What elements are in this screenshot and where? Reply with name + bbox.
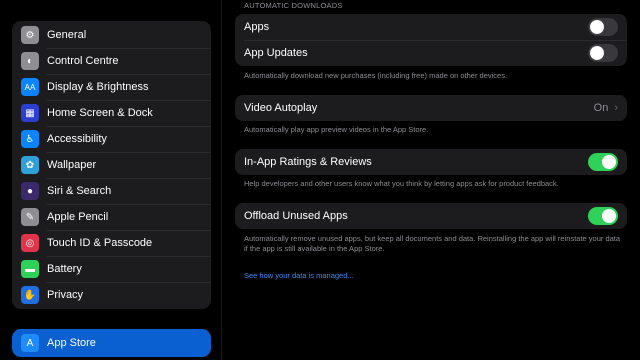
video-autoplay-label: Video Autoplay (244, 102, 318, 114)
sidebar-item-display-brightness[interactable]: AA Display & Brightness (12, 74, 211, 100)
sidebar-item-label: Wallpaper (47, 159, 97, 171)
flower-icon: ✿ (21, 156, 39, 174)
offload-toggle[interactable] (588, 207, 618, 225)
sidebar-item-label: Control Centre (47, 55, 119, 67)
ratings-toggle[interactable] (588, 153, 618, 171)
video-autoplay-footnote: Automatically play app preview videos in… (244, 125, 429, 134)
hand-icon: ✋ (21, 286, 39, 304)
sidebar-item-wallpaper[interactable]: ✿ Wallpaper (12, 152, 211, 178)
app-updates-row: App Updates (235, 40, 627, 66)
app-store-icon: A (21, 334, 39, 352)
app-updates-toggle[interactable] (588, 44, 618, 62)
sidebar-item-general[interactable]: ⚙ General (12, 22, 211, 48)
home-grid-icon: ▦ (21, 104, 39, 122)
accessibility-icon: ♿ (21, 130, 39, 148)
apps-row: Apps (235, 14, 627, 40)
text-size-icon: AA (21, 78, 39, 96)
settings-sidebar: ⚙ General ◐ Control Centre AA Display & Brigh… (0, 0, 221, 360)
sidebar-item-app-store[interactable]: A App Store (12, 329, 211, 357)
automatic-downloads-footnote: Automatically download new purchases (in… (244, 71, 508, 80)
sidebar-item-label: Privacy (47, 289, 84, 301)
pencil-icon: ✎ (21, 208, 39, 226)
sidebar-item-label: Accessibility (47, 133, 107, 145)
sidebar-item-accessibility[interactable]: ♿ Accessibility (12, 126, 211, 152)
ratings-footnote: Help developers and other users know wha… (244, 179, 559, 188)
sidebar-item-label: General (47, 29, 87, 41)
app-store-settings-pane: AUTOMATIC DOWNLOADS Apps App Updates Aut… (222, 0, 640, 360)
gear-icon: ⚙ (21, 26, 39, 44)
chevron-right-icon: › (614, 102, 618, 114)
siri-icon: ● (21, 182, 39, 200)
sidebar-item-label: App Store (47, 337, 96, 349)
toggle-knob (602, 155, 616, 169)
video-autoplay-card: Video Autoplay On › (235, 95, 627, 121)
offload-row: Offload Unused Apps (235, 203, 627, 229)
fingerprint-icon: ◎ (21, 234, 39, 252)
sidebar-item-label: Apple Pencil (47, 211, 109, 223)
sidebar-item-control-centre[interactable]: ◐ Control Centre (12, 48, 211, 74)
settings-group: ⚙ General ◐ Control Centre AA Display & Brigh… (12, 21, 211, 309)
toggle-knob (590, 20, 604, 34)
toggle-knob (590, 46, 604, 60)
offload-card: Offload Unused Apps (235, 203, 627, 229)
battery-icon: ▬ (21, 260, 39, 278)
ratings-row: In-App Ratings & Reviews (235, 149, 627, 175)
data-management-link[interactable]: See how your data is managed... (244, 271, 354, 280)
section-header-automatic-downloads: AUTOMATIC DOWNLOADS (244, 1, 343, 10)
sidebar-item-label: Home Screen & Dock (47, 107, 153, 119)
sidebar-item-label: Siri & Search (47, 185, 112, 197)
sidebar-item-label: Touch ID & Passcode (47, 237, 153, 249)
sidebar-item-battery[interactable]: ▬ Battery (12, 256, 211, 282)
automatic-downloads-card: Apps App Updates (235, 14, 627, 66)
offload-label: Offload Unused Apps (244, 210, 348, 222)
selected-settings-group: A App Store (12, 329, 211, 357)
sidebar-item-home-screen-dock[interactable]: ▦ Home Screen & Dock (12, 100, 211, 126)
sidebar-item-label: Display & Brightness (47, 81, 149, 93)
offload-footnote: Automatically remove unused apps, but ke… (244, 234, 621, 253)
sidebar-item-apple-pencil[interactable]: ✎ Apple Pencil (12, 204, 211, 230)
sidebar-item-touch-id-passcode[interactable]: ◎ Touch ID & Passcode (12, 230, 211, 256)
toggles-icon: ◐ (21, 52, 39, 70)
video-autoplay-row[interactable]: Video Autoplay On › (235, 95, 627, 121)
app-updates-label: App Updates (244, 47, 308, 59)
apps-toggle[interactable] (588, 18, 618, 36)
sidebar-item-label: Battery (47, 263, 82, 275)
toggle-knob (602, 209, 616, 223)
sidebar-item-siri-search[interactable]: ● Siri & Search (12, 178, 211, 204)
apps-label: Apps (244, 21, 270, 33)
ratings-label: In-App Ratings & Reviews (244, 156, 372, 168)
video-autoplay-value: On (593, 102, 609, 114)
sidebar-item-privacy[interactable]: ✋ Privacy (12, 282, 211, 308)
ratings-card: In-App Ratings & Reviews (235, 149, 627, 175)
